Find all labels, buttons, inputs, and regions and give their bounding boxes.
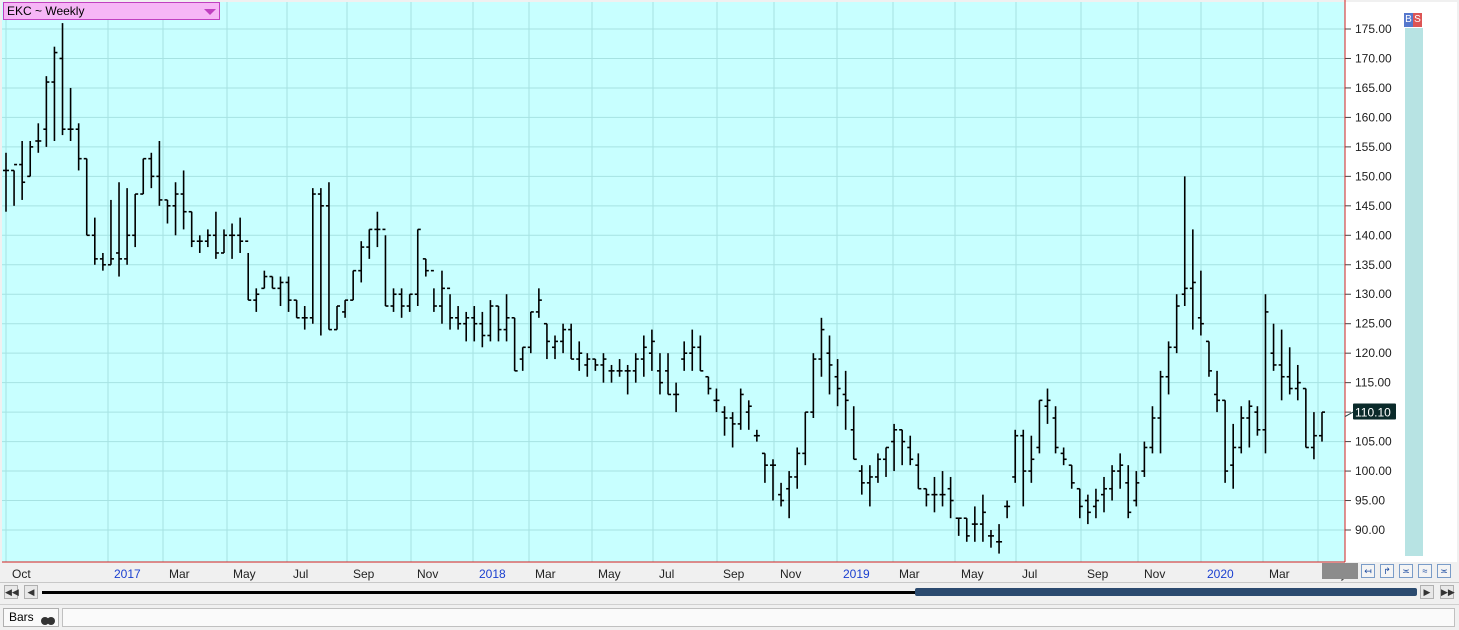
time-scrollbar[interactable]: ◀◀ ◀ ▶ ▶▶ [0, 582, 1459, 601]
chart-style-label: Bars [9, 610, 34, 624]
x-tick-label: May [233, 567, 256, 581]
y-tick-label: 150.00 [1355, 169, 1392, 183]
last-price-label: 110.10 [1355, 406, 1391, 420]
y-tick-label: 100.00 [1355, 464, 1392, 478]
y-tick-label: 90.00 [1355, 523, 1385, 537]
y-tick-label: 105.00 [1355, 435, 1392, 449]
x-tick-label: Sep [353, 567, 375, 581]
x-tick-label: Nov [1144, 567, 1165, 581]
x-tick-label: May [598, 567, 621, 581]
price-chart[interactable]: 90.0095.00100.00105.00110.00115.00120.00… [0, 0, 1459, 582]
period-icon[interactable]: ↱ [1380, 564, 1394, 578]
chevron-down-icon [204, 9, 216, 15]
y-tick-label: 170.00 [1355, 51, 1392, 65]
x-tick-label: Jul [659, 567, 674, 581]
symbol-dropdown[interactable]: EKC ~ Weekly [3, 2, 220, 20]
status-bar: Bars [0, 604, 1459, 630]
x-tick-label: 2017 [114, 567, 141, 581]
scroll-icon[interactable]: ≈ [1418, 564, 1432, 578]
y-tick-label: 175.00 [1355, 22, 1392, 36]
compress-icon[interactable]: ≍ [1399, 564, 1413, 578]
scroll-thumb[interactable] [915, 588, 1417, 596]
y-tick-label: 120.00 [1355, 346, 1392, 360]
x-tick-label: Jul [293, 567, 308, 581]
y-tick-label: 95.00 [1355, 494, 1385, 508]
y-tick-label: 155.00 [1355, 140, 1392, 154]
sell-button[interactable]: S [1413, 13, 1422, 27]
x-tick-label: Sep [723, 567, 745, 581]
scroll-end-icon[interactable]: ▶▶ [1440, 585, 1455, 599]
x-tick-label: 2020 [1207, 567, 1234, 581]
zoom-in-icon[interactable]: ↤ [1361, 564, 1375, 578]
x-axis: Oct 2017 Mar May Jul Sep Nov 2018 Mar May Jul Sep No… [12, 567, 1347, 581]
chart-style-tab[interactable]: Bars [3, 608, 59, 627]
x-tick-label: Mar [899, 567, 920, 581]
scroll-start-icon[interactable]: ◀◀ [4, 585, 19, 599]
expand-icon[interactable]: ≍ [1437, 564, 1451, 578]
status-field [62, 608, 1455, 627]
current-period-marker [1322, 563, 1358, 579]
x-tick-label: 2018 [479, 567, 506, 581]
x-tick-label: 2019 [843, 567, 870, 581]
x-tick-label: Mar [535, 567, 556, 581]
symbol-label: EKC ~ Weekly [7, 4, 85, 18]
scroll-right-icon[interactable]: ▶ [1420, 585, 1434, 599]
scroll-left-icon[interactable]: ◀ [24, 585, 38, 599]
x-tick-label: May [961, 567, 984, 581]
y-tick-label: 125.00 [1355, 317, 1392, 331]
buy-button[interactable]: B [1404, 13, 1413, 27]
y-tick-label: 115.00 [1355, 376, 1391, 390]
x-tick-label: Nov [780, 567, 801, 581]
y-tick-label: 165.00 [1355, 81, 1392, 95]
y-tick-label: 160.00 [1355, 110, 1392, 124]
x-tick-label: Jul [1022, 567, 1037, 581]
x-tick-label: Mar [1269, 567, 1290, 581]
y-tick-label: 130.00 [1355, 287, 1392, 301]
x-tick-label: Mar [169, 567, 190, 581]
plot-area [2, 2, 1345, 562]
y-tick-label: 145.00 [1355, 199, 1392, 213]
x-tick-label: Nov [417, 567, 438, 581]
y-tick-label: 140.00 [1355, 228, 1392, 242]
x-tick-label: Oct [12, 567, 31, 581]
x-tick-label: Sep [1087, 567, 1109, 581]
side-panel [1405, 28, 1423, 556]
link-icon [41, 613, 55, 630]
y-tick-label: 135.00 [1355, 258, 1392, 272]
